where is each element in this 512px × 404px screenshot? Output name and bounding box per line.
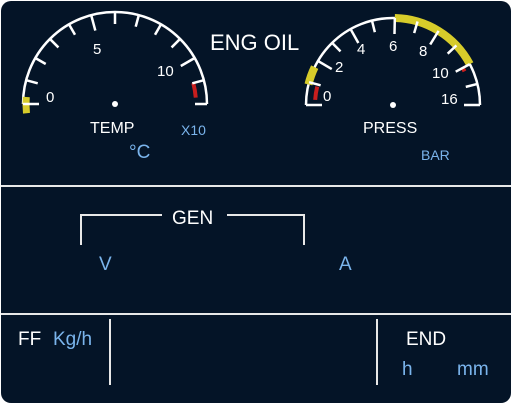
endurance-separator bbox=[376, 319, 378, 385]
press-tick-label-0: 0 bbox=[323, 88, 332, 105]
section-divider-top bbox=[1, 185, 511, 187]
display-panel: ENG OIL 0 5 10 TEMP X10 °C 0 2 4 6 8 10 … bbox=[1, 1, 511, 403]
press-tick-13 bbox=[465, 82, 478, 89]
press-tick-3 bbox=[331, 41, 342, 53]
section-divider-bottom bbox=[1, 313, 511, 315]
fuel-flow-label: FF bbox=[18, 329, 42, 350]
press-tick-label-8: 8 bbox=[419, 43, 428, 60]
endurance-hours-unit: h bbox=[402, 359, 413, 380]
endurance-minutes-unit: mm bbox=[457, 359, 489, 380]
press-tick-label-16: 16 bbox=[441, 91, 458, 108]
press-tick-5 bbox=[370, 20, 377, 33]
gen-bracket-left-side bbox=[80, 214, 82, 245]
press-tick-2 bbox=[317, 59, 333, 71]
press-tick-label-10: 10 bbox=[432, 65, 449, 82]
gen-label: GEN bbox=[172, 208, 214, 229]
press-low-limit-band bbox=[313, 86, 320, 100]
fuel-flow-unit: Kg/h bbox=[53, 329, 93, 350]
press-unit: BAR bbox=[421, 147, 450, 163]
press-gauge-pivot bbox=[390, 102, 396, 108]
gen-bracket-left-top bbox=[80, 214, 162, 216]
fuel-flow-separator bbox=[109, 319, 111, 385]
engine-oil-display: ENG OIL 0 5 10 TEMP X10 °C 0 2 4 6 8 10 … bbox=[0, 0, 512, 404]
gen-bracket-right-top bbox=[227, 214, 305, 216]
endurance-label: END bbox=[406, 329, 447, 350]
press-tick-label-4: 4 bbox=[357, 41, 366, 58]
gen-amps-unit: A bbox=[339, 254, 352, 275]
gen-bracket-right-side bbox=[303, 214, 305, 245]
press-tick-label-6: 6 bbox=[389, 38, 398, 55]
press-label: PRESS bbox=[363, 120, 418, 137]
gen-volts-unit: V bbox=[99, 254, 112, 275]
press-tick-label-2: 2 bbox=[335, 59, 344, 76]
